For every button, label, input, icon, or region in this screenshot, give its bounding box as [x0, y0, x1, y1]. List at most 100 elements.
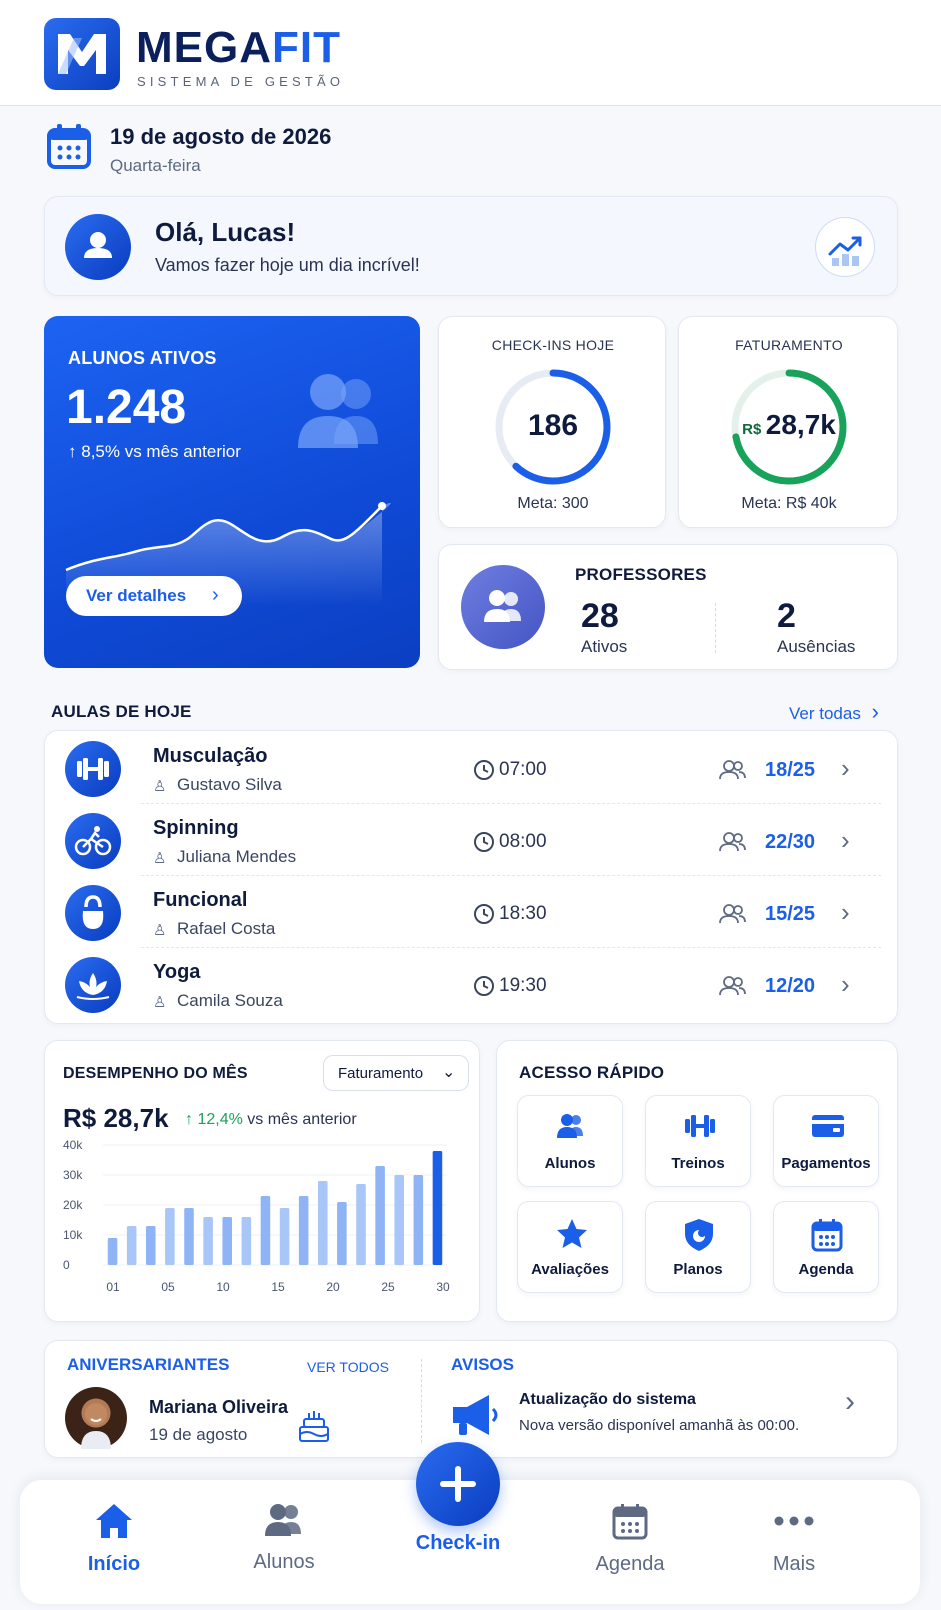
trend-up-icon[interactable] [815, 217, 875, 277]
chart-bar [203, 1217, 213, 1265]
chart-bar [107, 1238, 118, 1265]
user-icon: ♙ [153, 850, 167, 867]
chevron-right-icon[interactable]: › [841, 897, 850, 928]
chevron-right-icon[interactable]: › [841, 753, 850, 784]
class-time: 19:30 [499, 975, 547, 996]
brand-name: MEGAFIT [136, 26, 341, 70]
quick-access-workouts[interactable]: Treinos [645, 1095, 751, 1187]
metric-select-value: Faturamento [338, 1065, 424, 1082]
revenue-value-wrap: R$ 28,7k [679, 409, 899, 441]
revenue-goal: Meta: R$ 40k [741, 495, 837, 512]
revenue-value: 28,7k [765, 409, 836, 440]
nav-item-home[interactable]: Início [54, 1502, 174, 1576]
performance-change: ↑ 12,4% vs mês anterior [185, 1111, 357, 1129]
class-row[interactable]: Funcional ♙ Rafael Costa 18:30 15/25 › [45, 875, 899, 947]
chevron-right-icon[interactable]: › [845, 1385, 855, 1419]
chart-bar [165, 1208, 175, 1265]
x-tick-label: 25 [381, 1280, 395, 1294]
see-all-classes-label: Ver todas [789, 704, 861, 723]
more-icon [774, 1516, 814, 1526]
nav-label: Check-in [415, 1532, 501, 1554]
chart-bar [337, 1202, 347, 1265]
chart-bar [146, 1226, 156, 1265]
quick-access-students[interactable]: Alunos [517, 1095, 623, 1187]
x-tick-label: 20 [326, 1280, 340, 1294]
chart-bar [126, 1226, 137, 1265]
class-count: 12/20 [765, 975, 816, 997]
brand-name-b: FIT [272, 23, 341, 72]
performance-change-suffix: vs mês anterior [247, 1111, 357, 1128]
chart-bar [298, 1196, 309, 1265]
quick-access-plans[interactable]: Planos [645, 1201, 751, 1293]
y-tick-label: 30k [63, 1168, 83, 1182]
x-tick-label: 05 [161, 1280, 175, 1294]
quick-access-label: Planos [673, 1261, 723, 1278]
bike-icon [65, 813, 121, 869]
lotus-icon [65, 957, 121, 1013]
people-icon [292, 368, 392, 463]
card-icon [812, 1115, 844, 1137]
active-students-label: ALUNOS ATIVOS [68, 348, 217, 368]
class-count: 18/25 [765, 759, 816, 781]
class-name: Funcional [153, 889, 248, 911]
revenue-card[interactable]: FATURAMENTO R$ 28,7k Meta: R$ 40k [678, 316, 898, 528]
teachers-absent-label: Ausências [777, 637, 856, 656]
chart-bar [318, 1181, 328, 1265]
class-row[interactable]: Spinning ♙ Juliana Mendes 08:00 22/30 › [45, 803, 899, 875]
metric-select[interactable]: Faturamento ⌄ [323, 1055, 469, 1091]
chart-bar [222, 1217, 232, 1265]
nav-item-more[interactable]: Mais [734, 1502, 854, 1576]
checkins-goal: Meta: 300 [517, 495, 589, 512]
people-icon [265, 1504, 301, 1536]
view-details-button[interactable]: Ver detalhes › [66, 576, 242, 616]
star-icon [557, 1219, 587, 1248]
clock-icon [473, 831, 495, 858]
nav-item-students[interactable]: Alunos [224, 1502, 344, 1574]
y-tick-label: 40k [63, 1138, 83, 1152]
class-time: 07:00 [499, 759, 547, 780]
user-icon: ♙ [153, 778, 167, 795]
birthdays-notices-card: ANIVERSARIANTES VER TODOS Mariana Olivei… [44, 1340, 898, 1458]
class-time: 18:30 [499, 903, 547, 924]
people-icon [719, 759, 747, 786]
nav-label: Mais [772, 1553, 816, 1575]
people-icon [557, 1114, 583, 1138]
x-tick-label: 30 [436, 1280, 450, 1294]
chevron-right-icon[interactable]: › [841, 825, 850, 856]
view-details-label: Ver detalhes [86, 586, 187, 605]
kettlebell-icon [65, 885, 121, 941]
see-all-classes-link[interactable]: Ver todas › [789, 699, 879, 725]
checkins-card[interactable]: CHECK-INS HOJE 186 Meta: 300 [438, 316, 666, 528]
quick-access-payments[interactable]: Pagamentos [773, 1095, 879, 1187]
teachers-absent-value: 2 [777, 597, 796, 635]
section-divider [421, 1359, 422, 1443]
teachers-card[interactable]: PROFESSORES 28 Ativos 2 Ausências [438, 544, 898, 670]
user-icon [65, 214, 131, 280]
class-row[interactable]: Yoga ♙ Camila Souza 19:30 12/20 › [45, 947, 899, 1019]
clock-icon [473, 759, 495, 786]
quick-access-title: ACESSO RÁPIDO [519, 1063, 665, 1082]
quick-access-assessments[interactable]: Avaliações [517, 1201, 623, 1293]
welcome-card: Olá, Lucas! Vamos fazer hoje um dia incr… [44, 196, 898, 296]
quick-access-label: Agenda [798, 1261, 854, 1278]
see-all-birthdays-link[interactable]: VER TODOS [307, 1359, 389, 1375]
class-row[interactable]: Musculação ♙ Gustavo Silva 07:00 18/25 › [45, 731, 899, 803]
performance-card: DESEMPENHO DO MÊS Faturamento ⌄ R$ 28,7k… [44, 1040, 480, 1322]
active-students-card[interactable]: ALUNOS ATIVOS 1.248 ↑ 8,5% vs mês anteri… [44, 316, 420, 668]
quick-access-schedule[interactable]: Agenda [773, 1201, 879, 1293]
chart-bar [260, 1196, 271, 1265]
chevron-down-icon: ⌄ [442, 1064, 456, 1081]
performance-bar-chart: 40k 30k 20k 10k 0 01 05 10 15 20 25 30 [63, 1138, 450, 1294]
nav-item-checkin[interactable]: Check-in [398, 1442, 518, 1555]
people-icon [461, 565, 545, 649]
y-tick-label: 0 [63, 1258, 70, 1272]
arrow-up-icon: ↑ [68, 442, 77, 461]
teachers-divider [715, 603, 716, 653]
class-count: 22/30 [765, 831, 816, 853]
shield-icon [685, 1219, 713, 1251]
chevron-right-icon[interactable]: › [841, 969, 850, 1000]
class-teacher: Gustavo Silva [177, 775, 282, 794]
nav-item-schedule[interactable]: Agenda [570, 1502, 690, 1576]
class-teacher: Rafael Costa [177, 919, 276, 938]
chart-bar [241, 1217, 252, 1265]
